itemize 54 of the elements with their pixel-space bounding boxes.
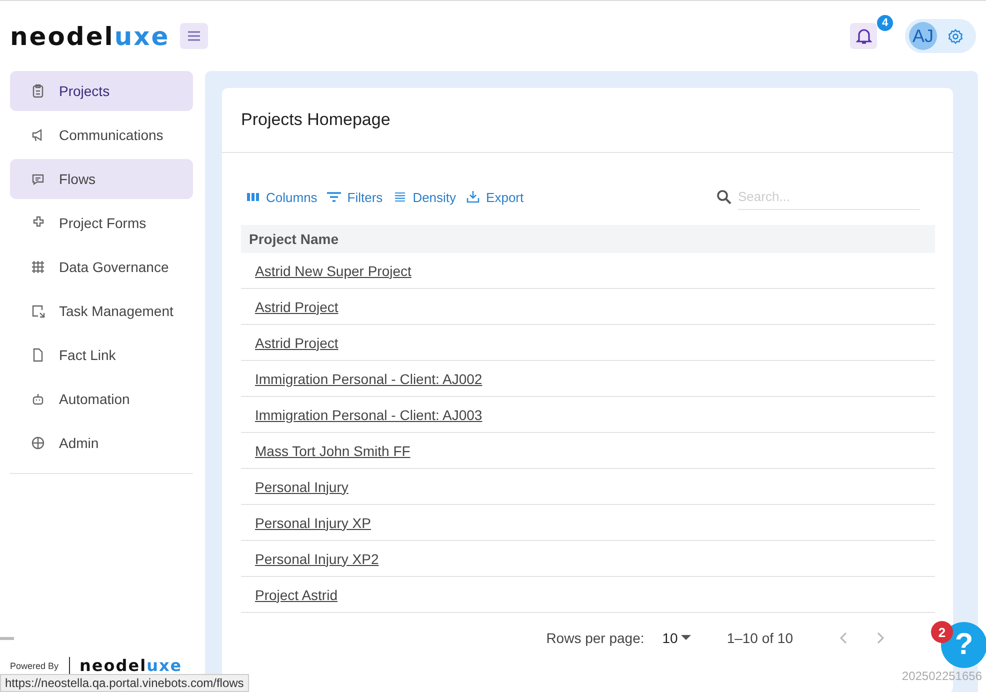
sidebar-item[interactable]: Automation <box>10 379 193 419</box>
project-link[interactable]: Mass Tort John Smith FF <box>255 442 410 458</box>
project-link[interactable]: Personal Injury XP <box>255 514 371 530</box>
project-link[interactable]: Immigration Personal - Client: AJ002 <box>255 370 482 386</box>
settings-icon[interactable] <box>947 28 964 44</box>
sidebar-icon <box>31 172 45 186</box>
sidebar-icon <box>31 436 45 450</box>
toolbar-icon <box>246 190 260 204</box>
sidebar-icon <box>31 84 45 98</box>
project-link[interactable]: Immigration Personal - Client: AJ003 <box>255 406 482 422</box>
column-header[interactable]: Project Name <box>249 231 338 247</box>
project-link[interactable]: Project Astrid <box>255 586 338 602</box>
version-label: 202502251656 <box>902 669 982 683</box>
project-link[interactable]: Astrid Project <box>255 334 338 350</box>
toolbar-icon <box>392 190 407 204</box>
project-link[interactable]: Personal Injury XP2 <box>255 550 379 566</box>
powered-by-label: Powered By <box>10 660 59 670</box>
project-link[interactable]: Astrid New Super Project <box>255 262 412 278</box>
sidebar-item[interactable]: Task Management <box>10 291 193 331</box>
sidebar-icon <box>31 392 45 406</box>
sidebar-item[interactable]: Communications <box>10 115 193 155</box>
notifications-button[interactable] <box>850 23 877 49</box>
menu-button[interactable] <box>180 23 208 49</box>
status-url: https://neostella.qa.portal.vinebots.com/flows <box>0 674 249 692</box>
page-range: 1–10 of 10 <box>726 630 793 646</box>
rows-per-page-label: Rows per page: <box>546 630 644 646</box>
project-link[interactable]: Astrid Project <box>255 298 338 314</box>
sidebar-item[interactable]: Admin <box>10 423 193 463</box>
rows-per-page-select[interactable]: 10 <box>656 629 697 647</box>
project-link[interactable]: Personal Injury <box>255 478 348 494</box>
caret-icon <box>680 635 691 641</box>
sidebar-icon <box>31 304 45 318</box>
toolbar-button[interactable]: Filters <box>327 190 383 204</box>
sidebar-item[interactable]: Project Forms <box>10 203 193 243</box>
sidebar-icon <box>31 260 45 274</box>
sidebar-item[interactable]: Projects <box>10 71 193 111</box>
card-title: Projects Homepage <box>222 88 953 153</box>
toolbar-button[interactable]: Export <box>466 190 524 204</box>
bell-icon <box>856 27 872 45</box>
toolbar-icon <box>327 190 342 204</box>
notification-badge: 4 <box>877 15 893 31</box>
toolbar-button[interactable]: Density <box>392 190 456 204</box>
search-icon <box>716 189 732 205</box>
menu-icon <box>186 30 201 42</box>
toolbar-button[interactable]: Columns <box>246 190 318 204</box>
sidebar-item[interactable]: Flows <box>10 159 193 199</box>
toolbar-icon <box>466 190 480 204</box>
sidebar-item[interactable]: Fact Link <box>10 335 193 375</box>
logo: neodeluxe <box>10 22 170 50</box>
next-page-icon[interactable] <box>875 631 885 645</box>
sidebar-item[interactable]: Data Governance <box>10 247 193 287</box>
footer-logo: neodeluxe <box>80 656 182 675</box>
sidebar-icon <box>31 348 45 362</box>
previous-page-icon[interactable] <box>839 631 849 645</box>
